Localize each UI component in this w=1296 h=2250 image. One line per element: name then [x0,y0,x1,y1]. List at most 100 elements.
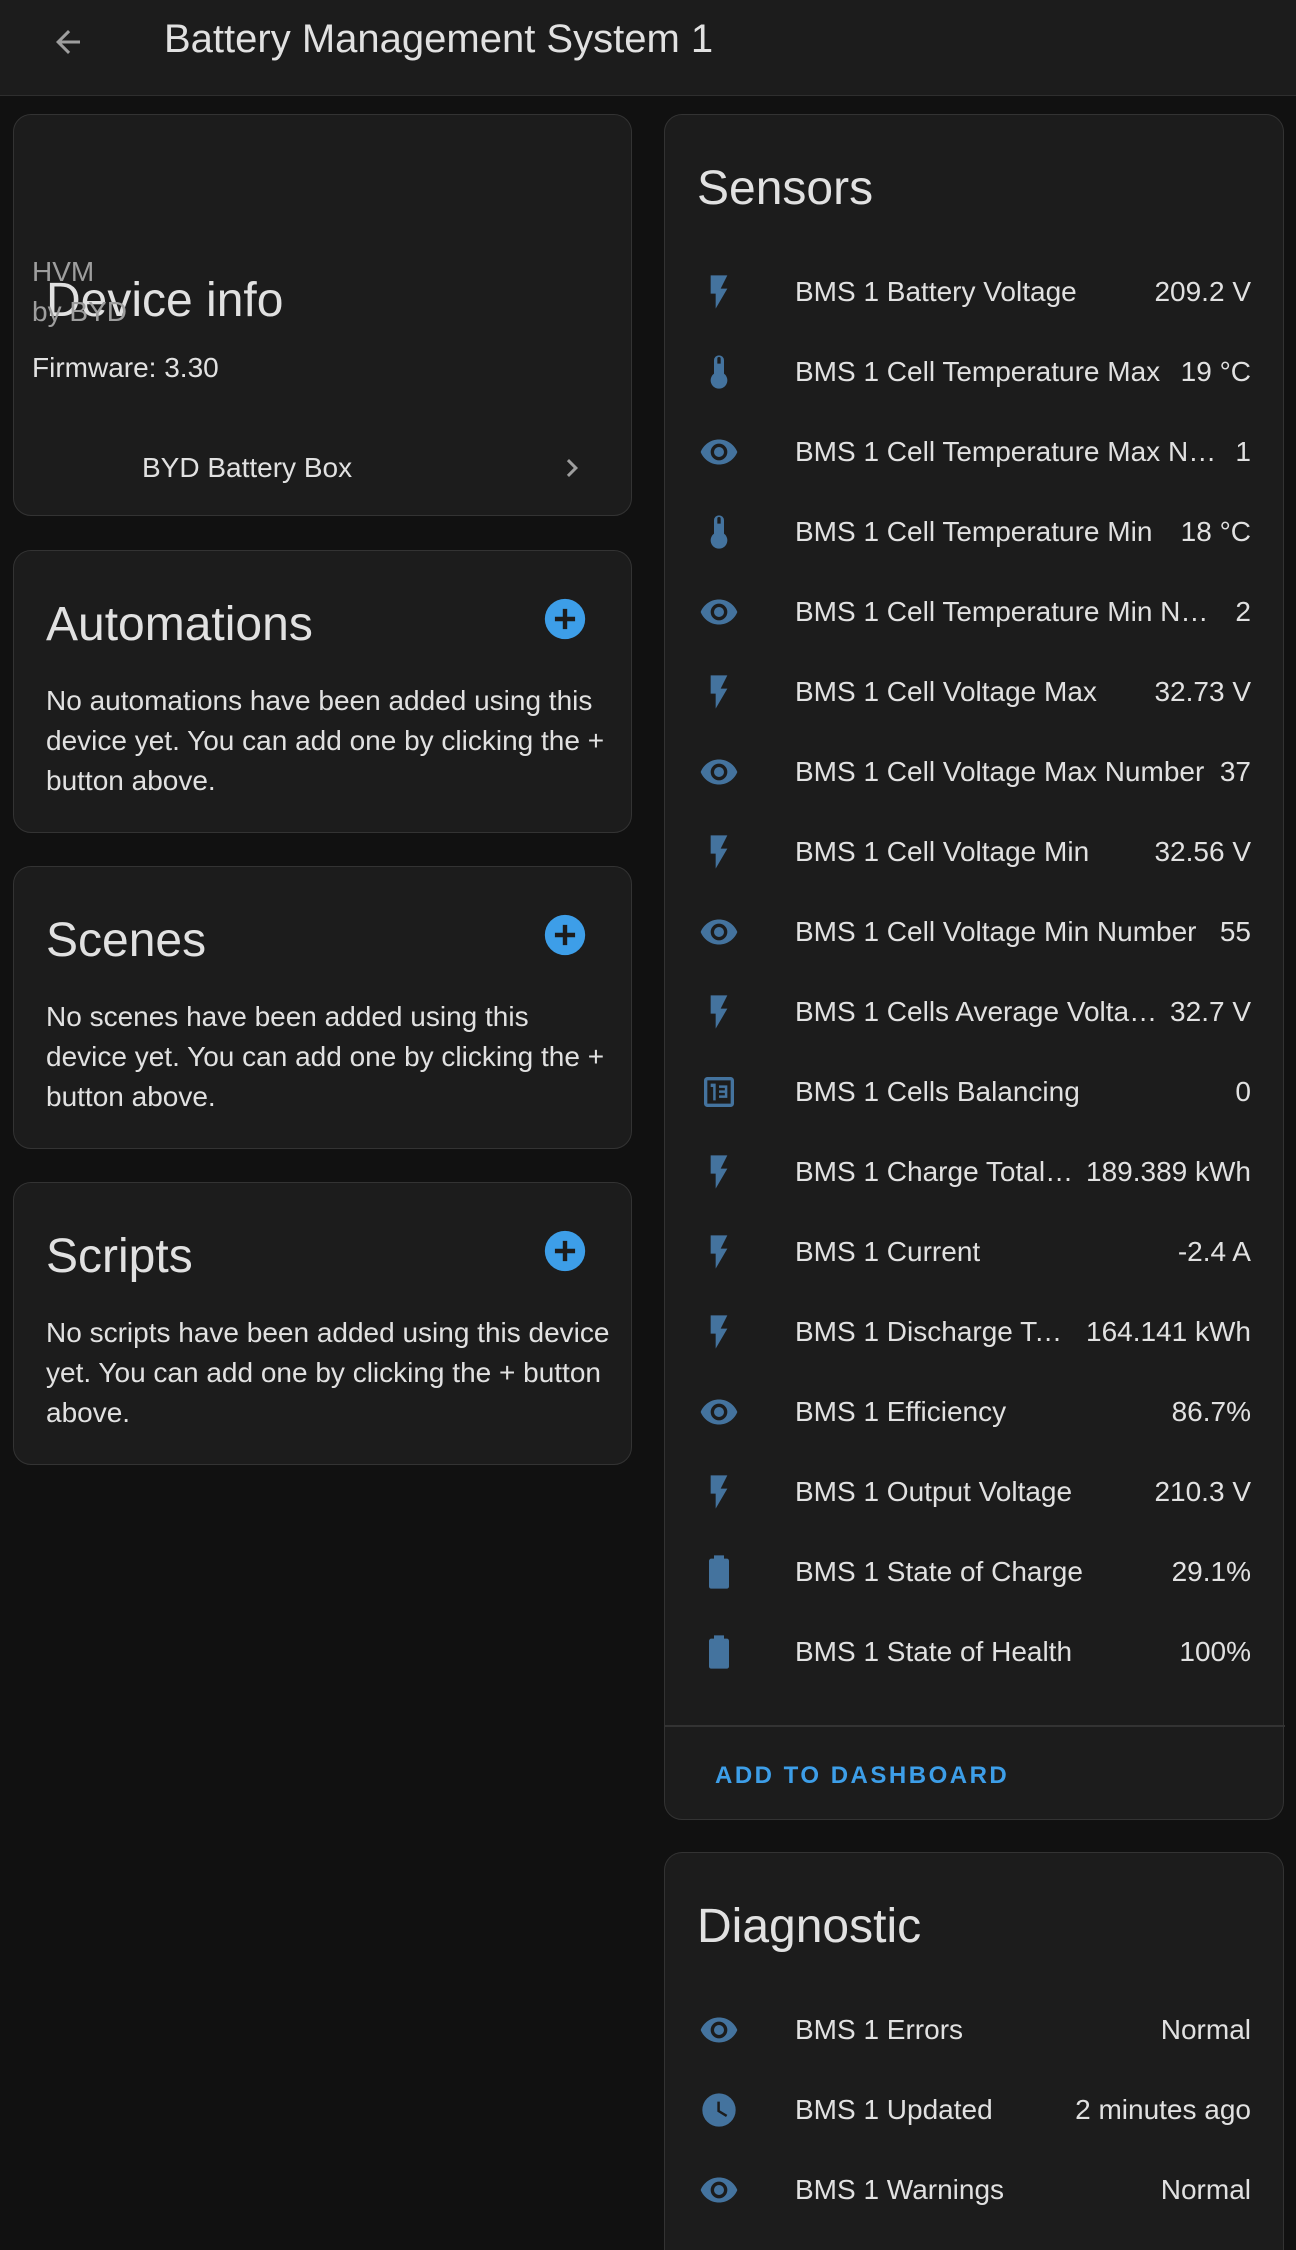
entity-row[interactable]: BMS 1 Updated 2 minutes ago [665,2070,1285,2150]
thermometer-icon [699,352,739,392]
page-title: Battery Management System 1 [164,17,714,61]
entity-row[interactable]: BMS 1 Errors Normal [665,1990,1285,2070]
entity-state: Normal [1148,2010,1251,2050]
automations-empty-text: No automations have been added using thi… [46,685,605,796]
entity-name: BMS 1 Errors [795,2014,964,2045]
entity-state: 209.2 V [1142,272,1251,312]
lightning-bolt-icon [699,672,739,712]
eye-icon [699,432,739,472]
sensors-card: Sensors BMS 1 Battery Voltage 209.2 V BMS … [664,114,1285,1820]
entity-row[interactable]: BMS 1 Output Voltage 210.3 V [665,1452,1285,1532]
sensor-list: BMS 1 Battery Voltage 209.2 V BMS 1 Cell T… [665,252,1285,1692]
lightning-bolt-icon [699,992,739,1032]
eye-icon [699,592,739,632]
entity-row[interactable]: BMS 1 Cells Balancing 0 [665,1052,1285,1132]
eye-icon [699,2170,739,2210]
entity-name: BMS 1 Discharge Total Energy [795,1316,1074,1347]
entity-row[interactable]: BMS 1 Battery Voltage 209.2 V [665,252,1285,332]
entity-name: BMS 1 Charge Total Energy [795,1156,1074,1187]
entity-state: 189.389 kWh [1074,1152,1251,1192]
entity-row[interactable]: BMS 1 Cell Voltage Max Number 37 [665,732,1285,812]
entity-state: 164.141 kWh [1074,1312,1251,1352]
entity-row[interactable]: BMS 1 Cell Voltage Min Number 55 [665,892,1285,972]
scripts-card: Scripts No scripts have been added using… [13,1182,632,1465]
entity-row[interactable]: BMS 1 State of Charge 29.1% [665,1532,1285,1612]
entity-row[interactable]: BMS 1 Cell Temperature Max Number 1 [665,412,1285,492]
battery-icon [699,1632,739,1672]
diagnostic-card: Diagnostic BMS 1 Errors Normal BMS 1 Updat… [664,1852,1284,2250]
entity-name: BMS 1 Cell Temperature Max Number [795,436,1223,467]
entity-state: 29.1% [1159,1552,1251,1592]
entity-state: 100% [1167,1632,1251,1672]
entity-state: 1 [1223,432,1251,472]
entity-state: 37 [1207,752,1251,792]
entity-name: BMS 1 Battery Voltage [795,276,1077,307]
entity-row[interactable]: BMS 1 Discharge Total Energy164.141 kWh [665,1292,1285,1372]
eye-icon [699,2010,739,2050]
entity-row[interactable]: BMS 1 Current -2.4 A [665,1212,1285,1292]
diagnostic-list: BMS 1 Errors Normal BMS 1 Updated 2 minutes… [665,1990,1285,2230]
entity-state: 18 °C [1168,512,1251,552]
add-script-button[interactable] [543,1229,587,1273]
lightning-bolt-icon [699,1152,739,1192]
scenes-title: Scenes [46,914,207,967]
entity-row[interactable]: BMS 1 Cell Temperature Max 19 °C [665,332,1285,412]
entity-name: BMS 1 Warnings [795,2174,1005,2205]
entity-state: 210.3 V [1142,1472,1251,1512]
entity-state: 55 [1207,912,1251,952]
entity-row[interactable]: BMS 1 Efficiency 86.7% [665,1372,1285,1452]
entity-name: BMS 1 State of Health [795,1636,1073,1667]
scenes-empty-text: No scenes have been added using this dev… [46,1001,605,1112]
lightning-bolt-icon [699,272,739,312]
entity-row[interactable]: BMS 1 Cell Temperature Min Number 2 [665,572,1285,652]
device-firmware: Firmware: 3.30 [32,352,219,383]
entity-state: Normal [1148,2170,1251,2210]
entity-name: BMS 1 State of Charge [795,1556,1083,1587]
top-app-bar: Battery Management System 1 [0,0,1296,96]
chevron-right-icon [566,459,578,477]
entity-state: 19 °C [1168,352,1251,392]
device-model: HVM [32,256,95,287]
entity-row[interactable]: BMS 1 Cell Voltage Min 32.56 V [665,812,1285,892]
battery-icon [699,1552,739,1592]
entity-state: 0 [1223,1072,1251,1112]
scenes-card: Scenes No scenes have been added using t… [13,866,632,1149]
entity-name: BMS 1 Cell Temperature Max [795,356,1161,387]
entity-row[interactable]: BMS 1 Cell Temperature Min 18 °C [665,492,1285,572]
entity-name: BMS 1 Cell Voltage Max [795,676,1097,707]
entity-name: BMS 1 Cells Average Voltage [795,996,1158,1027]
entity-name: BMS 1 Cell Voltage Min [795,836,1090,867]
eye-icon [699,1392,739,1432]
entity-row[interactable]: BMS 1 Cells Average Voltage 32.7 V [665,972,1285,1052]
entity-state: 2 minutes ago [1063,2090,1251,2130]
lightning-bolt-icon [699,1232,739,1272]
entity-row[interactable]: BMS 1 State of Health 100% [665,1612,1285,1692]
entity-name: BMS 1 Updated [795,2094,993,2125]
device-manufacturer: by BYD [32,296,127,327]
back-button[interactable] [42,16,94,68]
entity-state: -2.4 A [1165,1232,1251,1272]
entity-name: BMS 1 Cell Voltage Max Number [795,756,1205,787]
entity-name: BMS 1 Cell Temperature Min Number [795,596,1223,627]
diagnostic-title: Diagnostic [697,1900,922,1953]
automations-title: Automations [46,598,313,651]
card-divider [665,1725,1285,1727]
via-device-link[interactable]: BYD Battery Box [13,438,632,498]
entity-state: 2 [1223,592,1251,632]
scripts-empty-text: No scripts have been added using this de… [46,1317,610,1428]
add-to-dashboard-button[interactable]: ADD TO DASHBOARD [715,1759,1009,1793]
entity-row[interactable]: BMS 1 Charge Total Energy189.389 kWh [665,1132,1285,1212]
entity-state: 32.7 V [1158,992,1251,1032]
add-automation-button[interactable] [543,597,587,641]
entity-state: 32.56 V [1142,832,1251,872]
entity-row[interactable]: BMS 1 Cell Voltage Max 32.73 V [665,652,1285,732]
arrow-left-icon [56,30,80,54]
lightning-bolt-icon [699,1312,739,1352]
sensors-title: Sensors [697,162,874,215]
add-scene-button[interactable] [543,913,587,957]
thermometer-icon [699,512,739,552]
entity-name: BMS 1 Cells Balancing [795,1076,1080,1107]
entity-row[interactable]: BMS 1 Warnings Normal [665,2150,1285,2230]
eye-icon [699,752,739,792]
entity-state: 32.73 V [1142,672,1251,712]
